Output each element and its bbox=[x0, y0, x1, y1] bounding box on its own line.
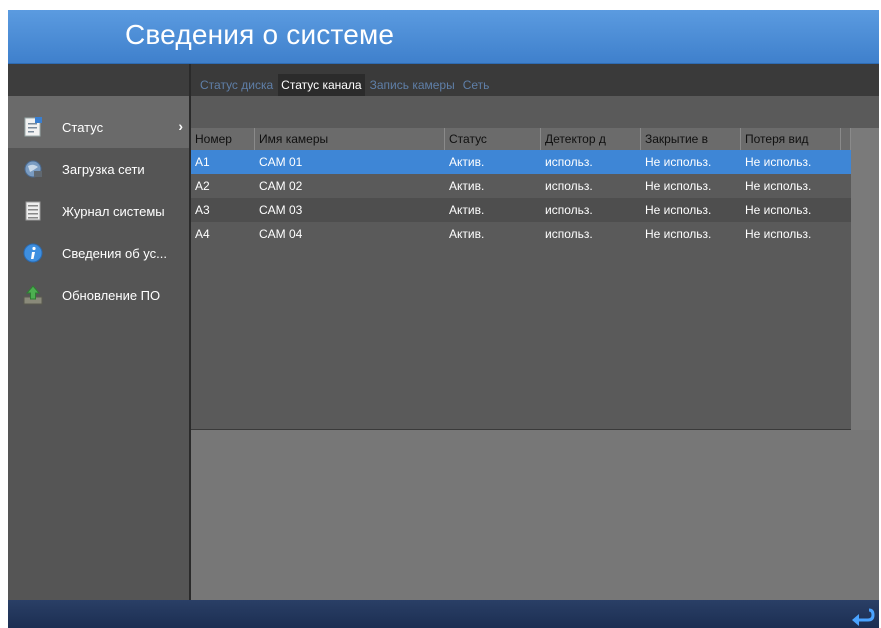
cell-camera-name: CAM 02 bbox=[259, 179, 303, 193]
tab-disk-status[interactable]: Статус диска bbox=[197, 74, 276, 96]
cell-video-loss: Не использ. bbox=[745, 155, 812, 169]
cell-number: A1 bbox=[195, 155, 210, 169]
column-header-camera-name[interactable]: Имя камеры bbox=[255, 128, 445, 150]
column-header-video-loss[interactable]: Потеря вид bbox=[741, 128, 841, 150]
channel-status-table: Номер Имя камеры Статус Детектор д Закры… bbox=[191, 128, 851, 430]
document-icon bbox=[22, 116, 44, 138]
toolbar-strip bbox=[191, 96, 879, 128]
tab-camera-recording[interactable]: Запись камеры bbox=[367, 74, 458, 96]
column-header-motion-detector[interactable]: Детектор д bbox=[541, 128, 641, 150]
table-row[interactable]: A1 CAM 01 Актив. использ. Не использ. Не… bbox=[191, 150, 851, 174]
tab-network[interactable]: Сеть bbox=[460, 74, 493, 96]
sidebar-item-status[interactable]: Статус › bbox=[8, 106, 189, 148]
log-list-icon bbox=[22, 200, 44, 222]
table-header: Номер Имя камеры Статус Детектор д Закры… bbox=[191, 128, 851, 150]
back-arrow-icon[interactable] bbox=[849, 602, 875, 626]
sidebar-item-label: Загрузка сети bbox=[62, 161, 145, 177]
sidebar-item-label: Сведения об ус... bbox=[62, 245, 167, 261]
cell-motion-detector: использ. bbox=[545, 155, 593, 169]
info-icon bbox=[22, 242, 44, 264]
cell-status: Актив. bbox=[449, 155, 485, 169]
chevron-right-icon: › bbox=[178, 118, 183, 134]
sidebar-separator bbox=[8, 96, 189, 106]
cell-status: Актив. bbox=[449, 227, 485, 241]
cell-video-loss: Не использ. bbox=[745, 203, 812, 217]
sidebar-item-system-log[interactable]: Журнал системы bbox=[8, 190, 189, 232]
title-bar: Сведения о системе bbox=[8, 10, 879, 64]
cell-tamper: Не использ. bbox=[645, 227, 712, 241]
cell-motion-detector: использ. bbox=[545, 227, 593, 241]
sidebar-item-label: Журнал системы bbox=[62, 203, 165, 219]
column-header-tamper[interactable]: Закрытие в bbox=[641, 128, 741, 150]
cell-tamper: Не использ. bbox=[645, 155, 712, 169]
cell-tamper: Не использ. bbox=[645, 179, 712, 193]
cell-number: A4 bbox=[195, 227, 210, 241]
cell-status: Актив. bbox=[449, 203, 485, 217]
cell-number: A3 bbox=[195, 203, 210, 217]
network-globe-icon bbox=[22, 158, 44, 180]
sidebar-item-label: Статус bbox=[62, 119, 104, 135]
cell-motion-detector: использ. bbox=[545, 203, 593, 217]
cell-number: A2 bbox=[195, 179, 210, 193]
table-row[interactable]: A2 CAM 02 Актив. использ. Не использ. Не… bbox=[191, 174, 851, 198]
cell-motion-detector: использ. bbox=[545, 179, 593, 193]
tab-bar-filler bbox=[494, 74, 879, 96]
column-header-spacer bbox=[841, 128, 851, 150]
lower-panel bbox=[191, 430, 879, 600]
content-panel: Статус диска Статус канала Запись камеры… bbox=[189, 64, 879, 600]
window-title: Сведения о системе bbox=[125, 19, 395, 50]
cell-camera-name: CAM 01 bbox=[259, 155, 303, 169]
cell-camera-name: CAM 04 bbox=[259, 227, 303, 241]
cell-tamper: Не использ. bbox=[645, 203, 712, 217]
tab-bar: Статус диска Статус канала Запись камеры… bbox=[191, 64, 879, 96]
cell-video-loss: Не использ. bbox=[745, 179, 812, 193]
sidebar: Статус › Загрузка сети Журнал системы Св… bbox=[8, 64, 189, 600]
cell-camera-name: CAM 03 bbox=[259, 203, 303, 217]
tab-channel-status[interactable]: Статус канала bbox=[278, 74, 365, 96]
sidebar-item-network-load[interactable]: Загрузка сети bbox=[8, 148, 189, 190]
sidebar-top-band bbox=[8, 64, 189, 96]
cell-video-loss: Не использ. bbox=[745, 227, 812, 241]
column-header-number[interactable]: Номер bbox=[191, 128, 255, 150]
sidebar-item-label: Обновление ПО bbox=[62, 287, 161, 303]
column-header-status[interactable]: Статус bbox=[445, 128, 541, 150]
sidebar-item-device-info[interactable]: Сведения об ус... bbox=[8, 232, 189, 274]
table-row[interactable]: A4 CAM 04 Актив. использ. Не использ. Не… bbox=[191, 222, 851, 246]
upgrade-arrow-icon bbox=[22, 284, 44, 306]
footer-bar bbox=[8, 600, 879, 628]
cell-status: Актив. bbox=[449, 179, 485, 193]
main-frame: Статус › Загрузка сети Журнал системы Св… bbox=[8, 64, 879, 600]
table-row[interactable]: A3 CAM 03 Актив. использ. Не использ. Не… bbox=[191, 198, 851, 222]
sidebar-item-firmware-update[interactable]: Обновление ПО bbox=[8, 274, 189, 316]
